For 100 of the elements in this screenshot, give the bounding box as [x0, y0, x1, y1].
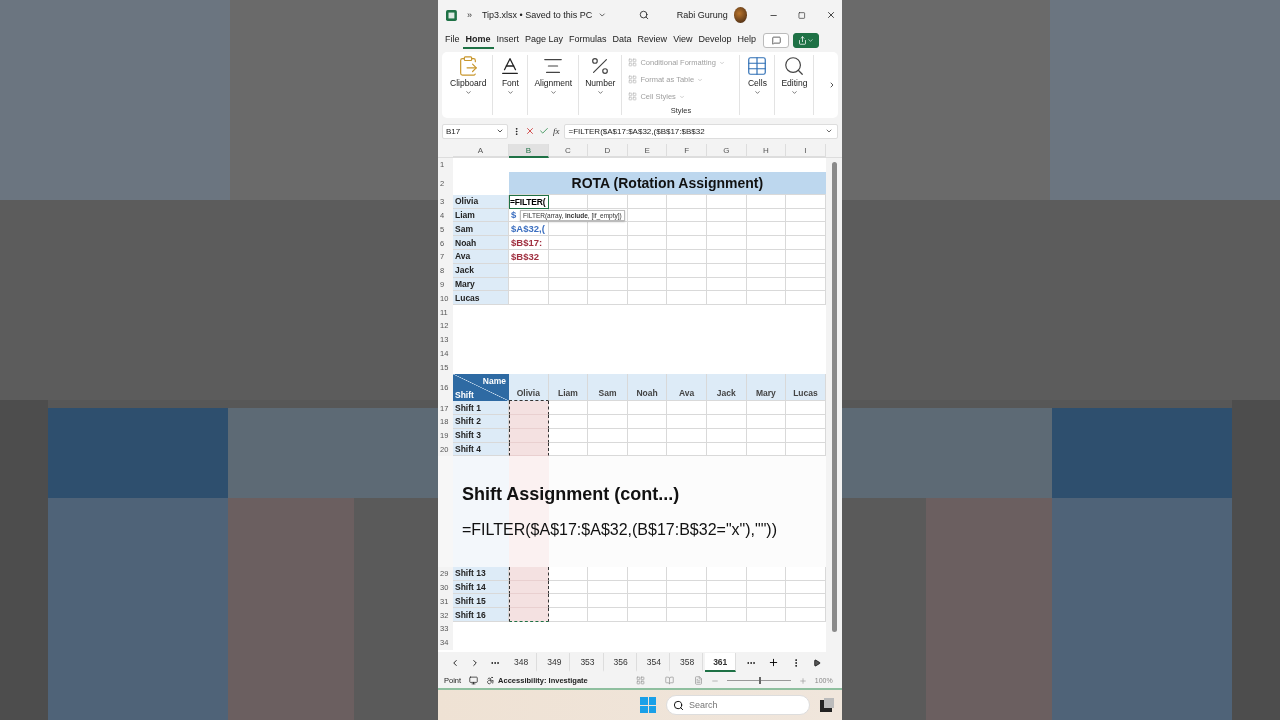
caption-formula: =FILTER($A$17:$A$32,(B$17:B$32="x"),""))	[462, 521, 778, 540]
column-name-cell: Olivia	[509, 374, 549, 402]
sheet-tab[interactable]: 348	[506, 653, 538, 672]
taskbar-search-field[interactable]: Search	[666, 695, 810, 715]
table-cell	[667, 594, 707, 609]
chevron-icon[interactable]	[598, 10, 607, 20]
shift-cell: Shift 16	[453, 608, 509, 622]
ribbon-tab[interactable]: Help	[734, 31, 760, 49]
ribbon-group-button[interactable]: Alignment	[534, 55, 573, 96]
window-title: Tip3.xlsx • Saved to this PC	[481, 10, 593, 20]
share-button[interactable]	[793, 32, 820, 48]
more-icon[interactable]	[512, 126, 521, 136]
caret-icon	[464, 89, 472, 96]
name-box[interactable]: B17	[442, 123, 508, 139]
table-cell	[548, 608, 589, 622]
table-cell	[667, 222, 707, 237]
ribbon-group-button[interactable]: Number	[585, 55, 616, 96]
sheet-tab[interactable]: 356	[605, 653, 637, 672]
table-cell	[706, 222, 747, 237]
comment-icon	[771, 35, 781, 45]
formula-field[interactable]: =FILTER($A$17:$A$32,($B$17:$B$32	[563, 123, 838, 139]
caret-icon	[549, 89, 557, 96]
overflow-button[interactable]: »	[466, 10, 472, 20]
grid-icon	[628, 58, 638, 67]
caret-icon	[496, 127, 504, 135]
table-cell	[548, 401, 589, 415]
cell-reference: B17	[446, 126, 461, 136]
table-cell	[588, 222, 628, 237]
header-label: Name	[482, 376, 506, 387]
sheet-tab[interactable]: 353	[572, 653, 604, 672]
macro-icon[interactable]	[469, 676, 479, 685]
sheet-tab[interactable]: 361	[705, 653, 737, 672]
table-cell	[706, 608, 747, 622]
scroll-right-icon[interactable]	[828, 81, 836, 89]
accessibility-icon[interactable]	[486, 676, 496, 685]
sheet-tab[interactable]: 349	[539, 653, 571, 672]
copy-range-cell	[509, 594, 549, 609]
scroll-arrow-icon[interactable]	[813, 658, 822, 667]
ribbon-tab[interactable]: Formulas	[566, 31, 610, 49]
ribbon-tab[interactable]: Insert	[493, 31, 523, 49]
ribbon-tab[interactable]: View	[670, 31, 696, 49]
column-name-cell: Noah	[627, 374, 668, 402]
table-cell	[746, 236, 787, 250]
copy-range-cell	[509, 608, 549, 622]
table-cell	[588, 291, 628, 306]
caption-heading: Shift Assignment (cont...)	[462, 484, 680, 506]
ribbon-tab[interactable]: Review	[634, 31, 671, 49]
table-cell	[746, 401, 787, 415]
ribbon-group-button[interactable]: Cells	[746, 55, 769, 96]
table-cell	[588, 594, 628, 609]
table-cell	[588, 236, 628, 250]
formula-text: $B$32	[511, 250, 539, 262]
ribbon-group-button[interactable]: Clipboard	[450, 55, 487, 96]
ribbon-tab[interactable]: Develop	[695, 31, 735, 49]
ribbon-group-button[interactable]: Font	[499, 55, 522, 96]
table-cell	[667, 608, 707, 622]
sheet-tab[interactable]: 358	[671, 653, 704, 672]
user-name: Rabi Gurung	[676, 10, 728, 20]
scrollbar-thumb[interactable]	[831, 162, 837, 632]
column-header[interactable]: B	[509, 144, 549, 158]
table-cell	[667, 401, 707, 415]
caret-icon	[825, 127, 833, 135]
table-cell	[627, 608, 668, 622]
table-cell	[548, 291, 589, 306]
formula-text: =FILTER($A$17:$A$32,($B$17:$B$32	[568, 126, 705, 136]
user-avatar[interactable]	[733, 7, 748, 23]
next-sheet-icon[interactable]	[470, 657, 480, 668]
caret-icon	[718, 59, 725, 66]
grid-icon	[628, 92, 638, 101]
cancel-icon[interactable]	[525, 126, 535, 136]
table-cell	[548, 594, 589, 609]
table-cell	[746, 594, 787, 609]
ribbon-tab[interactable]: Page Lay	[522, 31, 567, 49]
table-cell	[706, 291, 747, 306]
caret-icon	[506, 89, 514, 96]
close-icon[interactable]	[825, 9, 836, 21]
search-icon[interactable]	[638, 9, 649, 21]
table-cell	[588, 608, 628, 622]
name-cell: Olivia	[453, 194, 509, 209]
zoom-thumb[interactable]	[758, 677, 761, 684]
comments-button[interactable]	[763, 32, 790, 48]
share-icon	[798, 35, 808, 45]
app-logo-icon	[446, 8, 457, 22]
add-sheet-icon[interactable]	[768, 657, 780, 668]
maximize-icon[interactable]	[798, 10, 806, 20]
table-cell	[627, 291, 668, 306]
table-cell	[706, 594, 747, 609]
table-cell	[627, 236, 668, 250]
formula-text: $A$32,(	[511, 223, 545, 235]
previous-sheet-icon[interactable]	[450, 657, 460, 668]
ribbon-tab[interactable]: Data	[609, 31, 635, 49]
ribbon-group-button[interactable]: Editing	[781, 55, 808, 96]
insert-function-button[interactable]: fx	[553, 126, 560, 136]
grid-icon	[628, 75, 638, 84]
sheet-tab[interactable]: 354	[638, 653, 670, 672]
start-button[interactable]	[640, 697, 656, 713]
ribbon-tab[interactable]: Home	[462, 31, 494, 49]
ribbon-tab[interactable]: File	[442, 31, 463, 49]
table-cell	[706, 236, 747, 250]
app-icon[interactable]	[820, 698, 834, 712]
